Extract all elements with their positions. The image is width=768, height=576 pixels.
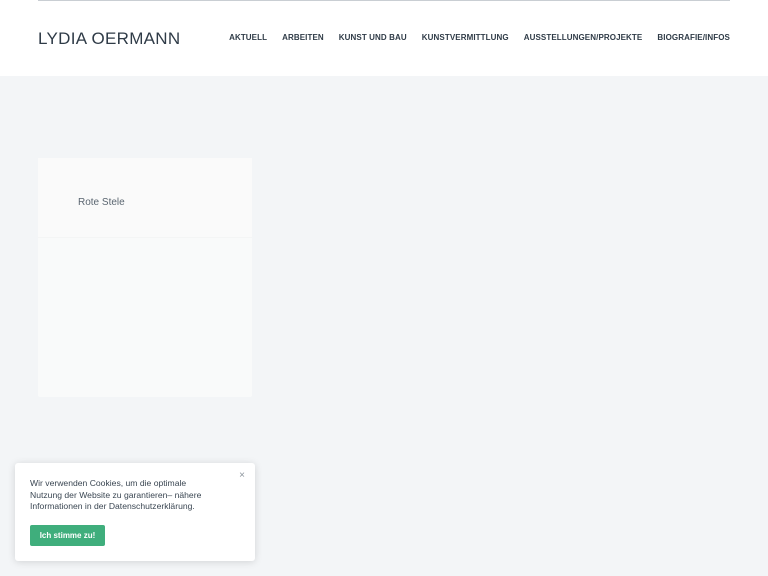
card-header [38, 158, 252, 238]
card-title-link[interactable]: Rote Stele [78, 197, 125, 209]
nav-item-ausstellungen-projekte[interactable]: AUSSTELLUNGEN/PROJEKTE [524, 33, 643, 43]
cookie-banner: Wir verwenden Cookies, um die optimale N… [15, 463, 255, 561]
close-icon[interactable]: × [239, 471, 245, 481]
site-header: LYDIA OERMANN AKTUELL ARBEITEN KUNST UND… [0, 0, 768, 76]
work-card[interactable]: Rote Stele [38, 158, 252, 397]
main-navigation: AKTUELL ARBEITEN KUNST UND BAU KUNSTVERM… [229, 33, 730, 43]
cookie-notice-text: Wir verwenden Cookies, um die optimale N… [30, 478, 202, 511]
site-title-link[interactable]: LYDIA OERMANN [38, 29, 180, 49]
nav-item-biografie-infos[interactable]: BIOGRAFIE/INFOS [657, 33, 730, 43]
nav-item-kunst-und-bau[interactable]: KUNST UND BAU [339, 33, 407, 43]
nav-item-arbeiten[interactable]: ARBEITEN [282, 33, 324, 43]
top-divider [38, 0, 730, 1]
nav-item-kunstvermittlung[interactable]: KUNSTVERMITTLUNG [422, 33, 509, 43]
cookie-accept-button[interactable]: Ich stimme zu! [30, 525, 105, 546]
nav-item-aktuell[interactable]: AKTUELL [229, 33, 267, 43]
